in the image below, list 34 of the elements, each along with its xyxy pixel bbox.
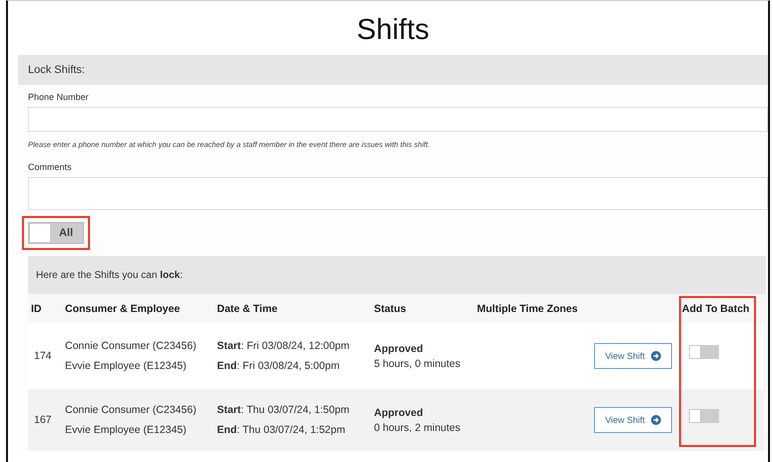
column-header: Status: [374, 302, 408, 314]
table-cell-text: Start: Fri 03/08/24, 12:00pm: [217, 339, 351, 354]
all-toggle[interactable]: All: [28, 222, 84, 244]
column-header: Consumer & Employee: [65, 302, 181, 314]
table-cell-text: 0 hours, 2 minutes: [374, 422, 462, 434]
status-text: Approved: [374, 406, 424, 420]
column-header: Date & Time: [217, 302, 278, 314]
table-cell-text: 5 hours, 0 minutes: [374, 358, 462, 370]
table-cell-text: Connie Consumer (C23456): [65, 403, 198, 418]
table-cell-text: Evvie Employee (E12345): [65, 359, 188, 374]
field-label: Comments: [28, 161, 73, 173]
page-title: Shifts: [356, 13, 430, 48]
field-label: Phone Number: [28, 91, 90, 103]
column-header: Add To Batch: [682, 302, 750, 314]
column-header: Multiple Time Zones: [477, 302, 579, 314]
batch-toggle[interactable]: [689, 409, 719, 423]
table-cell-text: 174: [34, 350, 53, 362]
batch-toggle[interactable]: [689, 345, 719, 359]
status-text: Approved: [374, 342, 424, 356]
table-caption: Here are the Shifts you can lock:: [36, 270, 183, 280]
table-cell-text: Evvie Employee (E12345): [65, 423, 188, 438]
table-cell-text: 167: [34, 414, 53, 426]
panel-header: Lock Shifts:: [18, 55, 768, 85]
arrow-icon: [650, 415, 661, 425]
view-shift-button[interactable]: View Shift: [594, 343, 672, 369]
table-cell-text: Connie Consumer (C23456): [65, 339, 198, 354]
column-header: ID: [31, 302, 42, 314]
table-cell-text: End: Fri 03/08/24, 5:00pm: [217, 359, 341, 374]
table-cell-text: Start: Thu 03/07/24, 1:50pm: [217, 403, 350, 418]
table-cell-text: End: Thu 03/07/24, 1:52pm: [217, 423, 346, 438]
arrow-icon: [650, 351, 661, 361]
comments-field[interactable]: [28, 177, 768, 210]
phone-field[interactable]: [28, 107, 768, 132]
view-shift-button[interactable]: View Shift: [594, 407, 672, 433]
